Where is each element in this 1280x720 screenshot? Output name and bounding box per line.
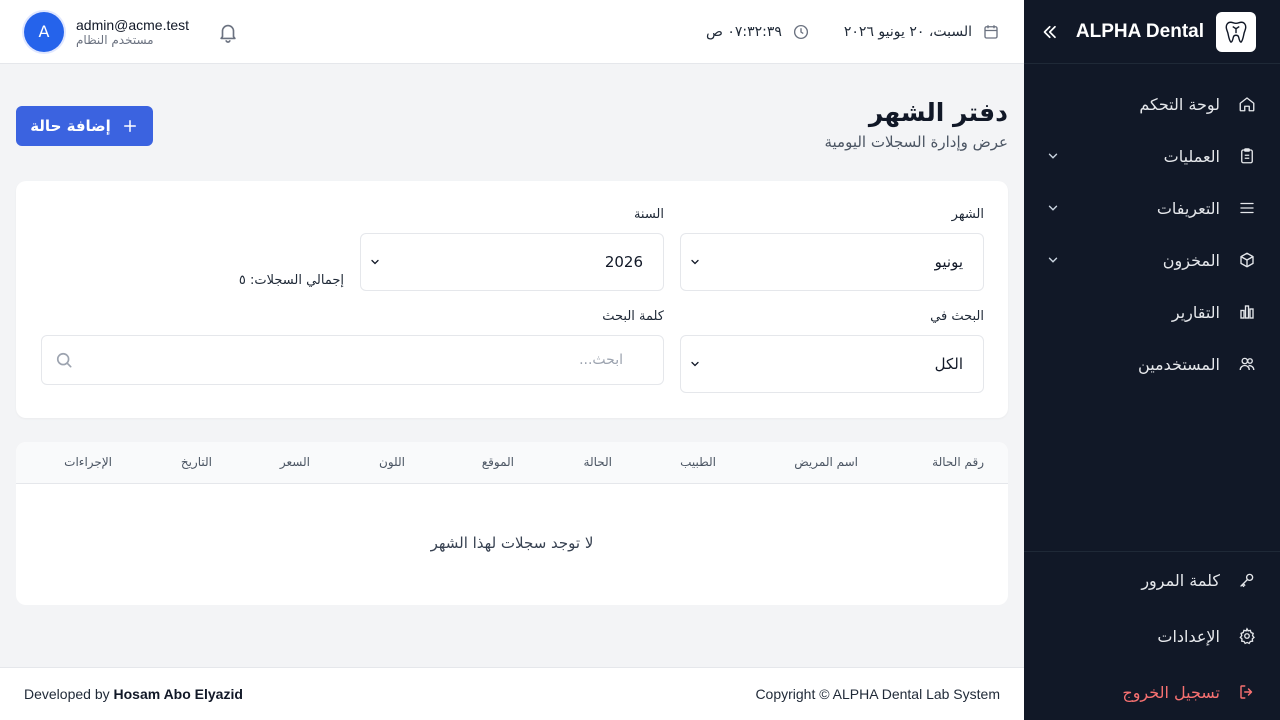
tooth-logo-icon [1216,11,1256,52]
top-header: السبت، ٢٠ يونيو ٢٠٢٦ ٠٧:٣٢:٣٩ ص admin@ac… [0,0,1024,64]
empty-state-message: لا توجد سجلات لهذا الشهر [430,534,594,552]
sidebar-item-label: الإعدادات [1157,626,1220,646]
sidebar-item-inventory[interactable]: المخزون [1024,234,1280,286]
search-in-select[interactable]: الكل [680,335,984,393]
plus-icon [121,117,139,135]
sidebar-nav: لوحة التحكم العمليات التعريفات المخزون ا… [1024,64,1280,390]
footer: Copyright © ALPHA Dental Lab System Deve… [0,667,1024,720]
column-header: السعر [279,455,310,469]
sidebar-item-password[interactable]: كلمة المرور [1024,552,1280,608]
year-select[interactable]: 2026 [360,233,664,291]
box-icon [1238,251,1256,269]
header-user-area: admin@acme.test مستخدم النظام A [24,11,239,52]
month-value: يونيو [934,253,963,271]
avatar[interactable]: A [24,11,64,52]
sidebar-item-label: المخزون [1162,250,1220,270]
sidebar-bottom: كلمة المرور الإعدادات تسجيل الخروج [1024,551,1280,720]
developed-by-label: Developed by [24,686,110,702]
add-case-button[interactable]: إضافة حالة [16,106,153,146]
search-field[interactable] [41,335,664,385]
search-in-label: البحث في [930,309,984,324]
chart-icon [1238,303,1256,321]
users-icon [1238,355,1256,373]
page-header: دفتر الشهر عرض وإدارة السجلات اليومية [824,98,1008,151]
page-subtitle: عرض وإدارة السجلات اليومية [824,133,1008,151]
cases-table: رقم الحالة اسم المريض الطبيب الحالة المو… [16,442,1008,605]
home-icon [1238,95,1256,113]
sidebar-item-logout[interactable]: تسجيل الخروج [1024,664,1280,720]
search-icon [54,350,74,370]
user-email: admin@acme.test [76,16,190,33]
filters-card: الشهر يونيو السنة 2026 إجمالي السجلات: ٥… [16,181,1008,418]
sidebar-item-label: المستخدمين [1138,354,1220,374]
time-text: ٠٧:٣٢:٣٩ ص [705,23,782,40]
total-records: إجمالي السجلات: ٥ [238,273,344,288]
logout-icon [1238,683,1256,701]
keyword-label: كلمة البحث [602,309,664,324]
sidebar-item-label: التعريفات [1156,198,1220,218]
sidebar-item-label: التقارير [1171,302,1220,322]
sidebar-item-dashboard[interactable]: لوحة التحكم [1024,78,1280,130]
column-header: الحالة [583,455,612,469]
chevron-down-icon [689,256,701,268]
sidebar-item-operations[interactable]: العمليات [1024,130,1280,182]
chevron-down-icon [1046,149,1060,163]
sidebar: ALPHA Dental لوحة التحكم العمليات التعري… [1024,0,1280,720]
column-header: الإجراءات [64,455,112,469]
chevron-down-icon [1046,253,1060,267]
chevron-down-icon [369,256,381,268]
column-header: اسم المريض [794,455,858,469]
gear-icon [1238,627,1256,645]
month-select[interactable]: يونيو [680,233,984,291]
user-role: مستخدم النظام [76,32,154,47]
search-input[interactable] [74,352,623,368]
page-title: دفتر الشهر [868,98,1008,127]
column-header: الطبيب [680,455,716,469]
sidebar-item-settings[interactable]: الإعدادات [1024,608,1280,664]
user-info[interactable]: admin@acme.test مستخدم النظام [76,17,189,47]
sidebar-item-label: كلمة المرور [1141,570,1220,590]
brand-name: ALPHA Dental [1075,20,1204,42]
date-text: السبت، ٢٠ يونيو ٢٠٢٦ [843,23,972,40]
list-icon [1238,199,1256,217]
copyright-text: Copyright © ALPHA Dental Lab System [755,686,1000,702]
key-icon [1238,571,1256,589]
year-label: السنة [633,207,664,222]
header-date: السبت، ٢٠ يونيو ٢٠٢٦ [844,23,1000,41]
clock-icon [792,23,810,41]
sidebar-item-reports[interactable]: التقارير [1024,286,1280,338]
sidebar-item-label: لوحة التحكم [1139,94,1220,114]
calendar-icon [982,23,1000,41]
developer-credit: Developed by Hosam Abo Elyazid [24,686,243,702]
sidebar-item-label: تسجيل الخروج [1122,682,1220,702]
column-header: الموقع [481,455,514,469]
sidebar-item-definitions[interactable]: التعريفات [1024,182,1280,234]
year-value: 2026 [604,253,643,271]
search-in-value: الكل [934,355,963,373]
sidebar-item-label: العمليات [1163,146,1220,166]
month-label: الشهر [951,207,984,222]
column-header: التاريخ [180,455,212,469]
collapse-sidebar-icon[interactable] [1040,23,1058,41]
clipboard-icon [1238,147,1256,165]
sidebar-item-users[interactable]: المستخدمين [1024,338,1280,390]
chevron-down-icon [1046,201,1060,215]
chevron-down-icon [689,358,701,370]
add-case-label: إضافة حالة [30,117,111,135]
bell-icon[interactable] [217,21,239,43]
sidebar-brand: ALPHA Dental [1024,0,1280,64]
header-time: ٠٧:٣٢:٣٩ ص [706,23,810,41]
column-header: رقم الحالة [932,455,984,469]
developer-name: Hosam Abo Elyazid [113,686,243,702]
column-header: اللون [379,455,405,469]
main-content: دفتر الشهر عرض وإدارة السجلات اليومية إض… [0,64,1024,667]
table-header: رقم الحالة اسم المريض الطبيب الحالة المو… [16,442,1008,484]
